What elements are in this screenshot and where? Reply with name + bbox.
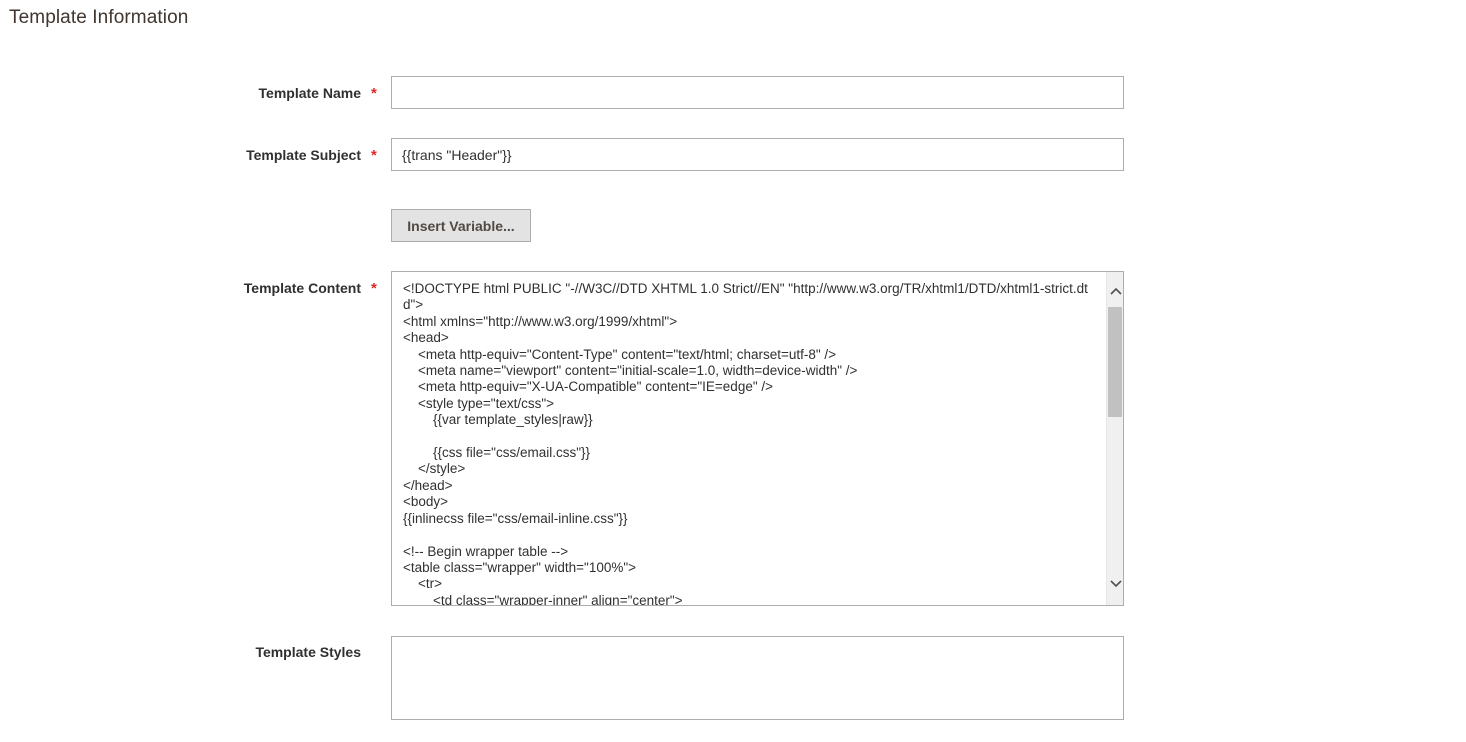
template-content-label: Template Content <box>243 280 361 296</box>
template-subject-label: Template Subject <box>246 147 361 163</box>
section-title: Template Information <box>9 7 189 28</box>
template-content-textarea[interactable]: <!DOCTYPE html PUBLIC "-//W3C//DTD XHTML… <box>391 271 1124 606</box>
template-content-scrollbar[interactable] <box>1106 272 1123 605</box>
template-name-input[interactable] <box>391 76 1124 109</box>
template-content-required-mark: * <box>371 280 377 297</box>
template-name-required-mark: * <box>371 85 377 102</box>
template-styles-textarea[interactable] <box>391 636 1124 720</box>
chevron-down-icon[interactable] <box>1107 573 1123 595</box>
template-subject-input[interactable] <box>391 138 1124 171</box>
chevron-up-icon[interactable] <box>1107 280 1123 302</box>
template-name-label: Template Name <box>258 85 361 101</box>
insert-variable-button[interactable]: Insert Variable... <box>391 209 531 242</box>
template-subject-required-mark: * <box>371 147 377 164</box>
scrollbar-thumb[interactable] <box>1108 307 1122 417</box>
template-styles-label: Template Styles <box>255 644 361 660</box>
template-content-text[interactable]: <!DOCTYPE html PUBLIC "-//W3C//DTD XHTML… <box>403 281 1093 605</box>
